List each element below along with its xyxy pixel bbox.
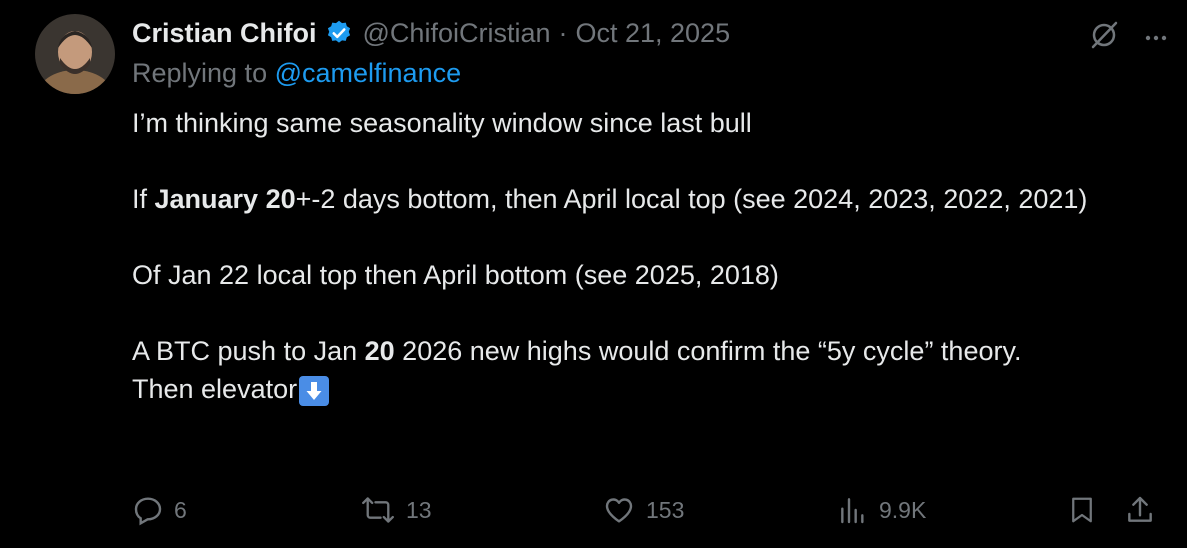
- avatar[interactable]: [35, 14, 115, 94]
- tweet-line-2: If January 20+-2 days bottom, then April…: [132, 184, 1088, 214]
- tweet: Cristian Chifoi @ChifoiCristian · Oct 21…: [132, 14, 1157, 408]
- verified-badge-icon: [325, 19, 353, 47]
- action-bar: 6 13 153 9.9K: [132, 488, 1162, 532]
- bookmark-button[interactable]: [1067, 494, 1097, 526]
- reply-prefix: Replying to: [132, 58, 268, 88]
- reply-count: 6: [174, 496, 187, 523]
- like-button[interactable]: 153: [602, 494, 684, 526]
- reply-button[interactable]: 6: [132, 494, 187, 526]
- tweet-line-4: A BTC push to Jan 20 2026 new highs woul…: [132, 336, 1022, 366]
- repost-count: 13: [406, 496, 432, 523]
- avatar-image: [35, 14, 115, 94]
- reply-mention-link[interactable]: @camelfinance: [275, 58, 462, 88]
- tweet-line-1: I’m thinking same seasonality window sin…: [132, 108, 752, 138]
- bold-date: January 20: [154, 184, 296, 214]
- share-button[interactable]: [1124, 494, 1156, 526]
- bookmark-icon: [1072, 497, 1092, 523]
- repost-icon: [362, 497, 394, 523]
- author-handle[interactable]: @ChifoiCristian: [363, 18, 551, 49]
- down-arrow-emoji-icon: [299, 376, 330, 406]
- views-icon: [841, 498, 864, 524]
- tweet-line-3: Of Jan 22 local top then April bottom (s…: [132, 260, 779, 290]
- tweet-text: I’m thinking same seasonality window sin…: [132, 104, 1157, 408]
- tweet-date[interactable]: Oct 21, 2025: [575, 18, 730, 49]
- like-count: 153: [646, 496, 685, 523]
- views-button[interactable]: 9.9K: [837, 494, 926, 526]
- separator-dot: ·: [558, 17, 568, 48]
- like-icon: [605, 498, 633, 523]
- share-icon: [1128, 496, 1152, 522]
- reply-icon: [134, 497, 162, 526]
- tweet-line-5: Then elevator: [132, 370, 1157, 408]
- views-count: 9.9K: [879, 496, 927, 523]
- author-name[interactable]: Cristian Chifoi: [132, 18, 317, 49]
- repost-button[interactable]: 13: [360, 494, 432, 526]
- reply-context: Replying to @camelfinance: [132, 58, 1157, 94]
- tweet-header: Cristian Chifoi @ChifoiCristian · Oct 21…: [132, 14, 1157, 52]
- bold-day: 20: [364, 336, 395, 366]
